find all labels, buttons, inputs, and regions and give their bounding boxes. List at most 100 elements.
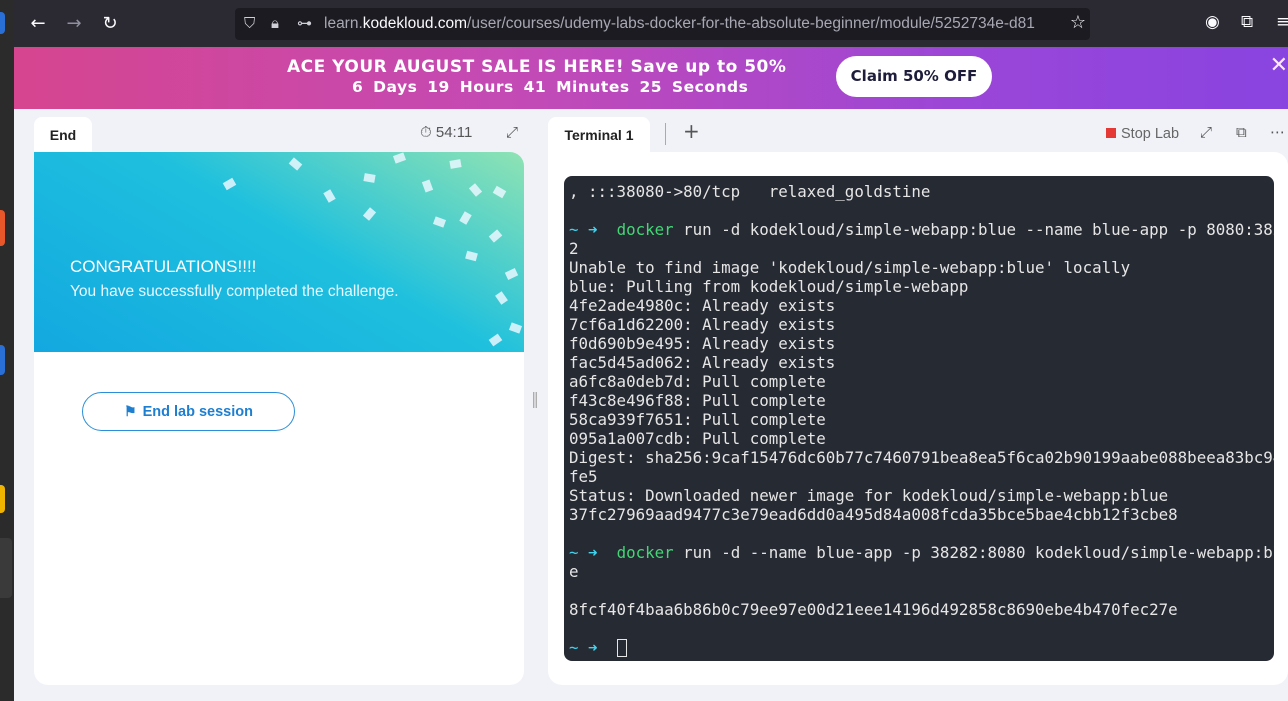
terminal-text: fac5d45ad062: Already exists bbox=[569, 353, 836, 372]
permissions-icon[interactable]: ⊶ bbox=[297, 14, 312, 32]
terminal-line: ~ ➜ docker run -d --name blue-app -p 382… bbox=[569, 543, 1274, 562]
confetti bbox=[449, 159, 462, 169]
terminal-line: Digest: sha256:9caf15476dc60b77c7460791b… bbox=[569, 448, 1274, 467]
confetti bbox=[508, 322, 523, 334]
confetti bbox=[488, 229, 503, 243]
confetti bbox=[323, 189, 336, 203]
terminal-output[interactable]: , :::38080->80/tcp relaxed_goldstine~ ➜ … bbox=[564, 176, 1274, 661]
stop-lab-button[interactable]: Stop Lab bbox=[1106, 126, 1179, 142]
terminal-text: blue: Pulling from kodekloud/simple-weba… bbox=[569, 277, 969, 296]
lock-icon[interactable]: 🔒︎ bbox=[271, 14, 279, 32]
dock-app-icon[interactable] bbox=[0, 485, 5, 513]
stopwatch-icon: ⏱ bbox=[420, 124, 432, 141]
more-options-icon[interactable]: ⋯ bbox=[1270, 123, 1285, 141]
terminal-prompt: ~ ➜ bbox=[569, 543, 617, 562]
account-icon[interactable]: ◉ bbox=[1205, 12, 1220, 32]
sale-banner: ACE YOUR AUGUST SALE IS HERE! Save up to… bbox=[14, 47, 1288, 109]
dock-app-icon[interactable] bbox=[0, 12, 5, 34]
confetti bbox=[459, 211, 472, 225]
terminal-line: 095a1a007cdb: Pull complete bbox=[569, 429, 1274, 448]
terminal-line: ~ ➜ bbox=[569, 638, 1274, 657]
flag-icon: ⚑ bbox=[124, 403, 137, 419]
stop-icon bbox=[1106, 128, 1116, 138]
reload-icon[interactable]: ↻ bbox=[97, 11, 123, 37]
terminal-text: f0d690b9e495: Already exists bbox=[569, 334, 836, 353]
congrats-subtitle: You have successfully completed the chal… bbox=[70, 283, 399, 300]
dock-app-icon[interactable] bbox=[0, 345, 5, 375]
terminal-text: fe5 bbox=[569, 467, 598, 486]
confetti bbox=[288, 157, 303, 171]
terminal-text: 2 bbox=[569, 239, 579, 258]
confetti bbox=[468, 183, 483, 197]
confetti bbox=[421, 179, 434, 193]
terminal-cursor bbox=[616, 639, 627, 657]
terminal-text: Unable to find image 'kodekloud/simple-w… bbox=[569, 258, 1131, 277]
banner-title: ACE YOUR AUGUST SALE IS HERE! Save up to… bbox=[287, 57, 787, 77]
tab-end[interactable]: End bbox=[34, 117, 92, 153]
terminal-text: run -d --name blue-app -p 38282:8080 kod… bbox=[673, 543, 1274, 562]
terminal-line: Status: Downloaded newer image for kodek… bbox=[569, 486, 1274, 505]
dock-app-icon[interactable] bbox=[0, 538, 12, 598]
panel-resize-handle[interactable]: ‖ bbox=[531, 389, 539, 408]
menu-icon[interactable]: ≡ bbox=[1276, 12, 1288, 32]
challenge-panel: CONGRATULATIONS!!!! You have successfull… bbox=[34, 152, 524, 685]
address-bar[interactable]: ⛉ 🔒︎ ⊶ learn.kodekloud.com/user/courses/… bbox=[235, 8, 1090, 40]
terminal-line: blue: Pulling from kodekloud/simple-weba… bbox=[569, 277, 1274, 296]
terminal-text: f43c8e496f88: Pull complete bbox=[569, 391, 826, 410]
extensions-icon[interactable]: ⧉ bbox=[1241, 12, 1253, 32]
confetti bbox=[488, 333, 503, 347]
confetti bbox=[492, 185, 507, 199]
confetti bbox=[465, 250, 478, 262]
terminal-text: 8fcf40f4baa6b86b0c79ee97e00d21eee14196d4… bbox=[569, 600, 1178, 619]
terminal-text: 4fe2ade4980c: Already exists bbox=[569, 296, 836, 315]
terminal-text: 37fc27969aad9477c3e79ead6dd0a495d84a008f… bbox=[569, 505, 1178, 524]
terminal-text: run -d kodekloud/simple-webapp:blue --na… bbox=[673, 220, 1274, 239]
end-lab-session-button[interactable]: ⚑ End lab session bbox=[82, 392, 295, 431]
dock-app-icon[interactable] bbox=[0, 210, 5, 246]
lab-workspace: End ⏱ 54:11 ⤢ CONGRATULATIONS!!!! You ha… bbox=[14, 109, 1288, 701]
expand-icon[interactable]: ⤢ bbox=[1200, 123, 1212, 141]
os-dock bbox=[0, 0, 14, 701]
congrats-hero: CONGRATULATIONS!!!! You have successfull… bbox=[34, 152, 524, 352]
terminal-line: fac5d45ad062: Already exists bbox=[569, 353, 1274, 372]
browser-toolbar: ← → ↻ ⛉ 🔒︎ ⊶ learn.kodekloud.com/user/co… bbox=[14, 0, 1288, 47]
terminal-line: f43c8e496f88: Pull complete bbox=[569, 391, 1274, 410]
terminal-line: 58ca939f7651: Pull complete bbox=[569, 410, 1274, 429]
terminal-line: , :::38080->80/tcp relaxed_goldstine bbox=[569, 182, 1274, 201]
confetti bbox=[495, 291, 508, 305]
forward-icon[interactable]: → bbox=[61, 11, 87, 37]
claim-offer-button[interactable]: Claim 50% OFF bbox=[836, 56, 992, 97]
terminal-text: Digest: sha256:9caf15476dc60b77c7460791b… bbox=[569, 448, 1274, 467]
terminal-line: 2 bbox=[569, 239, 1274, 258]
close-icon[interactable]: ✕ bbox=[1270, 53, 1288, 78]
open-external-icon[interactable]: ⧉ bbox=[1236, 123, 1247, 141]
terminal-text: 7cf6a1d62200: Already exists bbox=[569, 315, 836, 334]
terminal-text: , :::38080->80/tcp relaxed_goldstine bbox=[569, 182, 931, 201]
terminal-line: 7cf6a1d62200: Already exists bbox=[569, 315, 1274, 334]
add-tab-icon[interactable]: + bbox=[683, 119, 700, 143]
terminal-prompt: ~ ➜ bbox=[569, 638, 617, 657]
terminal-text: Status: Downloaded newer image for kodek… bbox=[569, 486, 1169, 505]
banner-countdown: 6 Days 19 Hours 41 Minutes 25 Seconds bbox=[352, 78, 749, 96]
url-text[interactable]: learn.kodekloud.com/user/courses/udemy-l… bbox=[324, 15, 1064, 33]
tab-terminal-1[interactable]: Terminal 1 bbox=[548, 117, 650, 153]
congrats-title: CONGRATULATIONS!!!! bbox=[70, 257, 257, 276]
expand-icon[interactable]: ⤢ bbox=[506, 123, 518, 141]
confetti bbox=[363, 173, 376, 183]
terminal-command: docker bbox=[616, 220, 674, 239]
terminal-text: a6fc8a0deb7d: Pull complete bbox=[569, 372, 826, 391]
confetti bbox=[392, 152, 407, 164]
terminal-line: Unable to find image 'kodekloud/simple-w… bbox=[569, 258, 1274, 277]
terminal-text: 58ca939f7651: Pull complete bbox=[569, 410, 826, 429]
terminal-command: docker bbox=[616, 543, 674, 562]
terminal-line: a6fc8a0deb7d: Pull complete bbox=[569, 372, 1274, 391]
confetti bbox=[362, 207, 377, 221]
shield-icon[interactable]: ⛉ bbox=[244, 14, 255, 32]
bookmark-star-icon[interactable]: ☆ bbox=[1070, 12, 1086, 33]
terminal-line: ~ ➜ docker run -d kodekloud/simple-webap… bbox=[569, 220, 1274, 239]
confetti bbox=[504, 268, 519, 280]
terminal-text: 095a1a007cdb: Pull complete bbox=[569, 429, 826, 448]
back-icon[interactable]: ← bbox=[25, 11, 51, 37]
